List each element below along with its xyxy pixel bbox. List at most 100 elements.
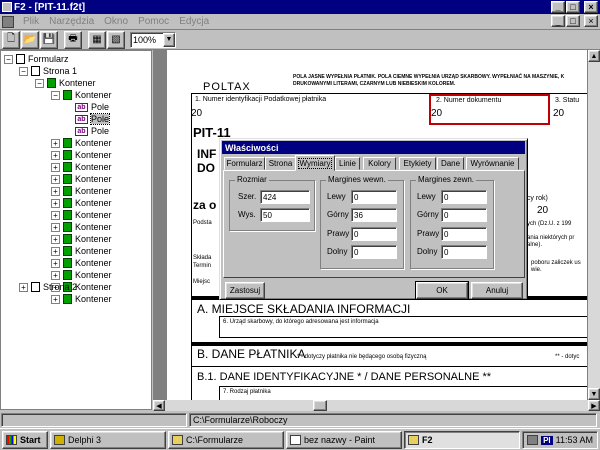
scroll-down-icon[interactable]: ▼ bbox=[588, 388, 600, 400]
inner-bottom-input[interactable]: 0 bbox=[351, 245, 397, 259]
width-input[interactable]: 424 bbox=[260, 190, 310, 204]
tree-field[interactable]: ab Pole bbox=[75, 125, 109, 137]
expand-icon[interactable]: + bbox=[51, 198, 60, 208]
tab-labels[interactable]: Etykiety bbox=[399, 157, 436, 170]
inner-top-input[interactable]: 36 bbox=[351, 208, 397, 222]
tree-container[interactable]: + Kontener bbox=[51, 185, 112, 197]
outer-top-input[interactable]: 0 bbox=[441, 208, 487, 222]
task-folder[interactable]: C:\Formularze bbox=[168, 430, 284, 449]
inner-right-input[interactable]: 0 bbox=[351, 227, 397, 241]
tree-container[interactable]: + Kontener bbox=[51, 197, 112, 209]
tree-field-selected[interactable]: ab Pole bbox=[75, 113, 111, 125]
expand-icon[interactable]: + bbox=[51, 162, 60, 172]
doc-number-value[interactable]: 20 bbox=[431, 108, 442, 119]
doc-close-button[interactable]: × bbox=[584, 15, 598, 27]
language-indicator[interactable]: Pl bbox=[541, 435, 553, 445]
tree-page-2[interactable]: + Strona 2 bbox=[19, 281, 77, 293]
cancel-button[interactable]: Anuluj bbox=[471, 282, 523, 299]
tab-lines[interactable]: Linie bbox=[335, 157, 360, 170]
tab-data[interactable]: Dane bbox=[437, 157, 464, 170]
close-button[interactable]: × bbox=[584, 1, 598, 13]
vertical-scrollbar[interactable]: ▲ ▼ bbox=[588, 50, 600, 400]
status-value[interactable]: 20 bbox=[553, 108, 564, 119]
tree-field[interactable]: ab Pole bbox=[75, 101, 109, 113]
doc-minimize-button[interactable]: _ bbox=[551, 15, 565, 27]
menu-edit[interactable]: Edycja bbox=[174, 16, 214, 27]
outer-bottom-input[interactable]: 0 bbox=[441, 245, 487, 259]
expand-icon[interactable]: + bbox=[51, 270, 60, 280]
document-icon[interactable] bbox=[2, 15, 14, 28]
tree-container[interactable]: − Kontener bbox=[35, 77, 96, 89]
new-icon[interactable]: 🗋 bbox=[2, 30, 20, 49]
save-icon[interactable]: 💾 bbox=[40, 30, 58, 49]
expand-icon[interactable]: + bbox=[51, 222, 60, 232]
expand-icon[interactable]: + bbox=[51, 210, 60, 220]
doc-restore-button[interactable]: □ bbox=[566, 15, 580, 27]
collapse-icon[interactable]: − bbox=[19, 66, 28, 76]
inner-left-input[interactable]: 0 bbox=[351, 190, 397, 204]
height-input[interactable]: 50 bbox=[260, 208, 310, 222]
expand-icon[interactable]: + bbox=[51, 186, 60, 196]
tree-container[interactable]: + Kontener bbox=[51, 233, 112, 245]
task-paint[interactable]: bez nazwy - Paint bbox=[286, 430, 402, 449]
zoom-select[interactable]: 100% ▼ bbox=[130, 31, 176, 48]
minimize-button[interactable]: _ bbox=[551, 1, 565, 13]
tab-colors[interactable]: Kolory bbox=[363, 157, 396, 170]
tree-page-1[interactable]: − Strona 1 bbox=[19, 65, 77, 77]
tool2-icon[interactable]: ▧ bbox=[107, 30, 125, 49]
tree-container[interactable]: + Kontener bbox=[51, 149, 112, 161]
tab-page[interactable]: Strona bbox=[265, 157, 296, 170]
tree-container[interactable]: + Kontener bbox=[51, 257, 112, 269]
structure-tree[interactable]: − Formularz − Strona 1 − Kontener − Kont… bbox=[0, 50, 152, 410]
expand-icon[interactable]: + bbox=[51, 258, 60, 268]
expand-icon[interactable]: + bbox=[51, 294, 60, 304]
outer-right-input[interactable]: 0 bbox=[441, 227, 487, 241]
chevron-down-icon[interactable]: ▼ bbox=[163, 32, 175, 47]
open-icon[interactable]: 📂 bbox=[21, 30, 39, 49]
collapse-icon[interactable]: − bbox=[35, 78, 44, 88]
year-value[interactable]: 20 bbox=[537, 205, 548, 216]
app-icon[interactable] bbox=[2, 2, 12, 12]
tab-form[interactable]: Formularz bbox=[224, 157, 265, 170]
clock[interactable]: 11:53 AM bbox=[556, 435, 593, 445]
expand-icon[interactable]: + bbox=[51, 150, 60, 160]
menu-window[interactable]: Okno bbox=[99, 16, 133, 27]
tree-container[interactable]: + Kontener bbox=[51, 269, 112, 281]
tree-container[interactable]: + Kontener bbox=[51, 245, 112, 257]
tree-container[interactable]: − Kontener bbox=[51, 89, 112, 101]
tree-container[interactable]: + Kontener bbox=[51, 161, 112, 173]
collapse-icon[interactable]: − bbox=[4, 54, 13, 64]
scroll-right-icon[interactable]: ▶ bbox=[588, 400, 600, 411]
start-button[interactable]: Start bbox=[2, 430, 48, 449]
tree-container[interactable]: + Kontener bbox=[51, 293, 112, 305]
expand-icon[interactable]: + bbox=[51, 174, 60, 184]
expand-icon[interactable]: + bbox=[51, 138, 60, 148]
expand-icon[interactable]: + bbox=[51, 234, 60, 244]
tree-container[interactable]: + Kontener bbox=[51, 221, 112, 233]
print-icon[interactable]: 🖶 bbox=[64, 30, 82, 49]
nip-value[interactable]: 20 bbox=[191, 108, 202, 119]
tree-container[interactable]: + Kontener bbox=[51, 173, 112, 185]
expand-icon[interactable]: + bbox=[51, 246, 60, 256]
tab-alignment[interactable]: Wyrównanie bbox=[466, 157, 519, 170]
task-f2[interactable]: F2 bbox=[404, 430, 520, 449]
task-delphi[interactable]: Delphi 3 bbox=[50, 430, 166, 449]
menu-file[interactable]: Plik bbox=[18, 16, 44, 27]
tree-container[interactable]: + Kontener bbox=[51, 209, 112, 221]
outer-left-input[interactable]: 0 bbox=[441, 190, 487, 204]
collapse-icon[interactable]: − bbox=[51, 90, 60, 100]
tab-dimensions[interactable]: Wymiary bbox=[295, 155, 335, 171]
horizontal-scrollbar[interactable]: ◀ ▶ bbox=[153, 400, 600, 411]
tray-icon[interactable] bbox=[527, 435, 539, 445]
tree-container[interactable]: + Kontener bbox=[51, 137, 112, 149]
scroll-thumb[interactable] bbox=[313, 400, 327, 411]
tree-root[interactable]: − Formularz bbox=[4, 53, 69, 65]
maximize-button[interactable]: □ bbox=[566, 1, 580, 13]
menu-help[interactable]: Pomoc bbox=[133, 16, 174, 27]
expand-icon[interactable]: + bbox=[19, 282, 28, 292]
ok-button[interactable]: OK bbox=[415, 281, 469, 300]
scroll-left-icon[interactable]: ◀ bbox=[153, 400, 165, 411]
scroll-up-icon[interactable]: ▲ bbox=[588, 50, 600, 62]
menu-tools[interactable]: Narzędzia bbox=[44, 16, 99, 27]
apply-button[interactable]: Zastosuj bbox=[225, 282, 265, 299]
